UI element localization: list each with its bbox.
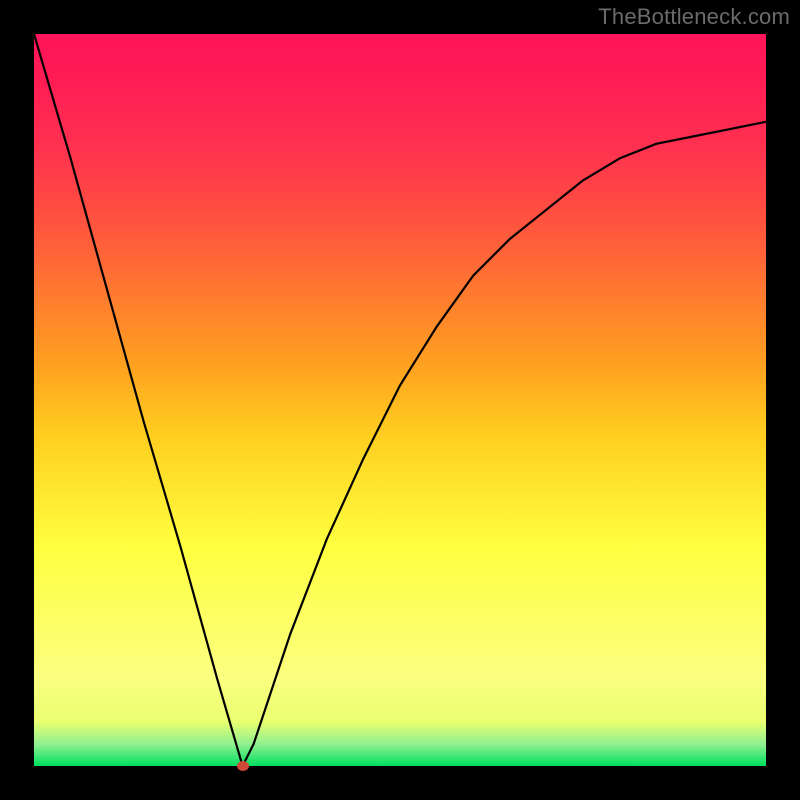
plot-area: [34, 34, 766, 766]
minimum-marker: [237, 761, 249, 771]
watermark-text: TheBottleneck.com: [598, 4, 790, 30]
curve-path: [34, 34, 766, 766]
bottleneck-curve: [34, 34, 766, 766]
chart-container: TheBottleneck.com: [0, 0, 800, 800]
